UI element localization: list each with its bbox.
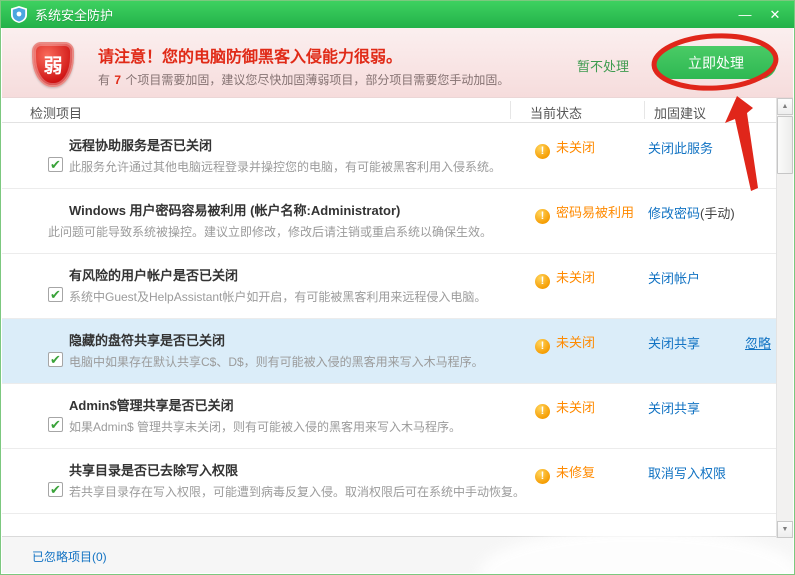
- row-title: Windows 用户密码容易被利用 (帐户名称:Administrator): [69, 200, 400, 219]
- row-checkbox[interactable]: ✔: [48, 417, 63, 432]
- row-action-suffix: (手动): [700, 206, 735, 221]
- column-header-advice: 加固建议: [654, 103, 706, 122]
- ignored-items-link[interactable]: 已忽略项目(0): [32, 548, 107, 565]
- column-header-status: 当前状态: [530, 103, 582, 122]
- table-row: ✔ 远程协助服务是否已关闭 此服务允许通过其他电脑远程登录并操控您的电脑，有可能…: [2, 124, 776, 189]
- check-list: ✔ 远程协助服务是否已关闭 此服务允许通过其他电脑远程登录并操控您的电脑，有可能…: [2, 124, 776, 538]
- row-action: 关闭共享: [648, 398, 700, 417]
- row-description: 若共享目录存在写入权限，可能遭到病毒反复入侵。取消权限后可在系统中手动恢复。: [69, 483, 525, 500]
- row-description: 电脑中如果存在默认共享C$、D$，则有可能被入侵的黑客用来写入木马程序。: [69, 353, 484, 370]
- row-action-link[interactable]: 关闭此服务: [648, 141, 713, 156]
- warning-title: 请注意！您的电脑防御黑客入侵能力很弱。: [98, 43, 402, 67]
- row-action-link[interactable]: 关闭共享: [648, 401, 700, 416]
- row-status-text: 未关闭: [556, 335, 595, 350]
- row-status-text: 未关闭: [556, 400, 595, 415]
- row-status: ! 未关闭: [535, 137, 595, 159]
- window-title: 系统安全防护: [35, 5, 113, 24]
- weak-item-count: 7: [113, 73, 122, 87]
- row-description: 此服务允许通过其他电脑远程登录并操控您的电脑，有可能被黑客利用入侵系统。: [69, 158, 501, 175]
- row-title: 共享目录是否已去除写入权限: [69, 460, 238, 479]
- table-header: 检测项目 当前状态 加固建议: [2, 98, 776, 123]
- warning-icon: !: [535, 469, 550, 484]
- row-action: 取消写入权限: [648, 463, 726, 482]
- row-checkbox[interactable]: ✔: [48, 157, 63, 172]
- table-row: ✔ 隐藏的盘符共享是否已关闭 电脑中如果存在默认共享C$、D$，则有可能被入侵的…: [2, 319, 776, 384]
- row-description: 此问题可能导致系统被操控。建议立即修改，修改后请注销或重启系统以确保生效。: [48, 223, 492, 240]
- row-status-text: 未关闭: [556, 140, 595, 155]
- row-checkbox[interactable]: ✔: [48, 287, 63, 302]
- row-title: 有风险的用户帐户是否已关闭: [69, 265, 238, 284]
- row-action: 关闭帐户: [648, 268, 700, 287]
- weak-shield-icon: 弱: [32, 42, 74, 87]
- row-description: 系统中Guest及HelpAssistant帐户如开启，有可能被黑客利用来远程侵…: [69, 288, 486, 305]
- row-title: 远程协助服务是否已关闭: [69, 135, 212, 154]
- scrollbar-thumb[interactable]: [777, 116, 793, 174]
- warning-icon: !: [535, 209, 550, 224]
- row-title: 隐藏的盘符共享是否已关闭: [69, 330, 225, 349]
- warning-banner: 弱 请注意！您的电脑防御黑客入侵能力很弱。 有 7 个项目需要加固，建议您尽快加…: [2, 28, 793, 98]
- row-action: 修改密码(手动): [648, 203, 735, 222]
- table-row: ✔ 共享目录是否已去除写入权限 若共享目录存在写入权限，可能遭到病毒反复入侵。取…: [2, 449, 776, 514]
- table-row: ✔ 有风险的用户帐户是否已关闭 系统中Guest及HelpAssistant帐户…: [2, 254, 776, 319]
- row-status: ! 未关闭: [535, 397, 595, 419]
- app-shield-icon: [11, 6, 27, 23]
- handle-later-link[interactable]: 暂不处理: [577, 56, 629, 75]
- row-description: 如果Admin$ 管理共享未关闭，则有可能被入侵的黑客用来写入木马程序。: [69, 418, 461, 435]
- warning-subtitle: 有 7 个项目需要加固，建议您尽快加固薄弱项目，部分项目需要您手动加固。: [98, 71, 509, 88]
- row-action-link[interactable]: 修改密码: [648, 206, 700, 221]
- scroll-up-button[interactable]: ▲: [777, 98, 793, 115]
- ignore-link[interactable]: 忽略: [745, 333, 771, 352]
- minimize-button[interactable]: —: [730, 1, 760, 28]
- row-status-text: 未修复: [556, 465, 595, 480]
- scroll-down-button[interactable]: ▼: [777, 521, 793, 538]
- row-checkbox[interactable]: ✔: [48, 352, 63, 367]
- warning-icon: !: [535, 144, 550, 159]
- row-action-link[interactable]: 取消写入权限: [648, 466, 726, 481]
- header-divider: [510, 101, 511, 119]
- row-status: ! 未关闭: [535, 267, 595, 289]
- column-header-item: 检测项目: [30, 103, 82, 122]
- scrollbar: ▲ ▼: [776, 98, 793, 538]
- warning-icon: !: [535, 274, 550, 289]
- row-status: ! 未关闭: [535, 332, 595, 354]
- row-status-text: 密码易被利用: [556, 205, 634, 220]
- row-title: Admin$管理共享是否已关闭: [69, 395, 234, 414]
- close-button[interactable]: ✕: [760, 1, 790, 28]
- header-divider: [644, 101, 645, 119]
- row-action-link[interactable]: 关闭共享: [648, 336, 700, 351]
- row-action: 关闭此服务: [648, 138, 713, 157]
- row-status: ! 密码易被利用: [535, 202, 634, 224]
- bottom-bar: 已忽略项目(0): [2, 536, 793, 573]
- row-action: 关闭共享: [648, 333, 700, 352]
- warning-icon: !: [535, 404, 550, 419]
- title-bar: 系统安全防护 — ✕: [1, 1, 794, 28]
- row-action-link[interactable]: 关闭帐户: [648, 271, 700, 286]
- table-row: ✔ Admin$管理共享是否已关闭 如果Admin$ 管理共享未关闭，则有可能被…: [2, 384, 776, 449]
- app-window: 系统安全防护 — ✕ 弱 请注意！您的电脑防御黑客入侵能力很弱。 有 7 个项目…: [0, 0, 795, 575]
- row-status-text: 未关闭: [556, 270, 595, 285]
- row-status: ! 未修复: [535, 462, 595, 484]
- warning-icon: !: [535, 339, 550, 354]
- row-checkbox[interactable]: ✔: [48, 482, 63, 497]
- table-row: ✔ Windows 用户密码容易被利用 (帐户名称:Administrator)…: [2, 189, 776, 254]
- fix-now-button[interactable]: 立即处理: [655, 46, 777, 79]
